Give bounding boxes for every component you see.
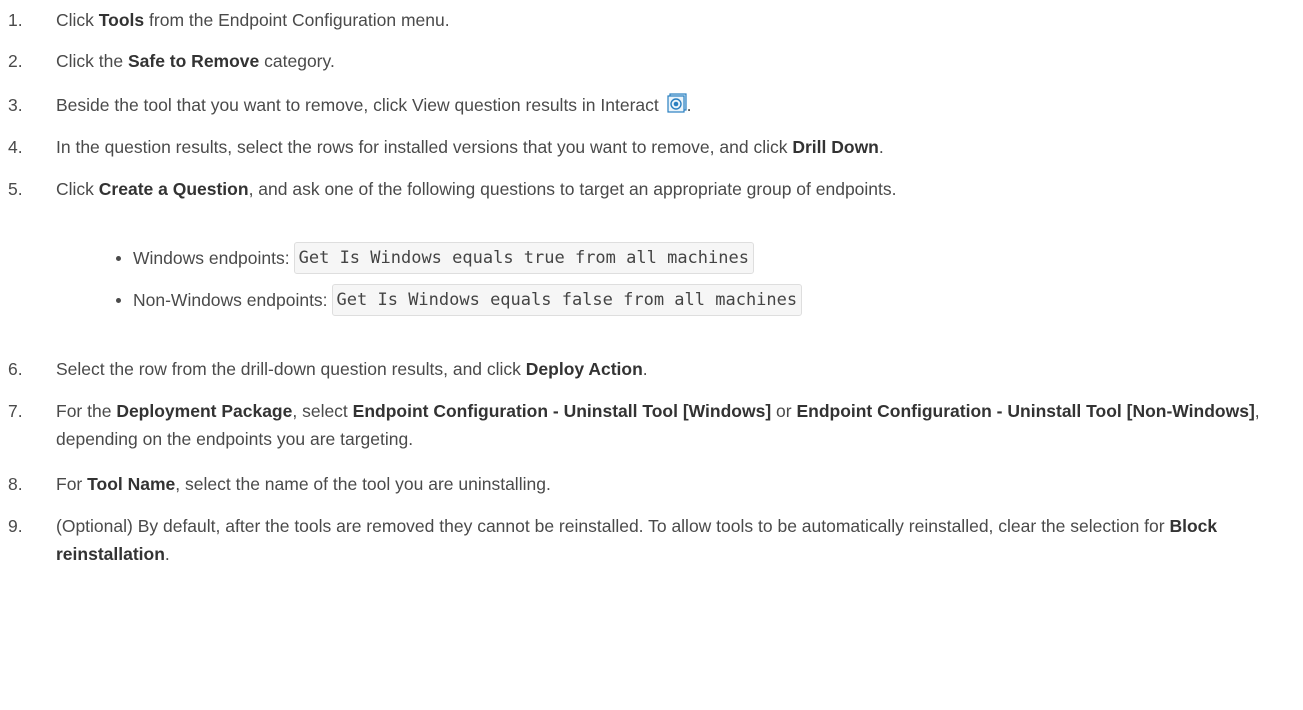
step-text-segment: from the Endpoint Configuration menu.	[144, 10, 450, 30]
step-number: 4.	[8, 137, 23, 157]
question-code: Get Is Windows equals true from all mach…	[293, 242, 754, 274]
step-text-segment: , select	[292, 401, 353, 421]
step-text: For Tool Name, select the name of the to…	[56, 470, 1296, 498]
step-number: 6.	[8, 359, 23, 379]
step-text-segment: category.	[259, 51, 335, 71]
step-text-segment: , and ask one of the following questions…	[248, 179, 897, 199]
bullet-dot	[116, 297, 121, 303]
step-text-segment: (Optional) By default, after the tools a…	[56, 516, 1170, 536]
step-text-segment: Select the row from the drill-down quest…	[56, 359, 526, 379]
step-text-segment: or	[771, 401, 797, 421]
bullet-label: Non-Windows endpoints:	[133, 290, 328, 310]
sub-list-item: Windows endpoints: Get Is Windows equals …	[116, 242, 754, 274]
question-code: Get Is Windows equals false from all mac…	[331, 284, 803, 316]
step-text-segment: For	[56, 474, 88, 494]
bold-term: Endpoint Configuration - Uninstall Tool …	[796, 401, 1255, 421]
interact-icon	[667, 93, 687, 113]
step-text: (Optional) By default, after the tools a…	[56, 512, 1296, 568]
step-number: 2.	[8, 51, 23, 71]
step-number: 3.	[8, 95, 23, 115]
step-text: Click Tools from the Endpoint Configurat…	[56, 6, 1296, 34]
sub-list-item: Non-Windows endpoints: Get Is Windows equ…	[116, 284, 803, 316]
step-text-segment: .	[686, 95, 692, 115]
step-text-segment: .	[164, 544, 170, 564]
step-text: Click Create a Question, and ask one of …	[56, 175, 1296, 203]
step-text-segment: .	[878, 137, 884, 157]
step-number: 1.	[8, 10, 23, 30]
bold-term: Create a Question	[98, 179, 249, 199]
step-number: 7.	[8, 401, 23, 421]
bold-term: Deploy Action	[525, 359, 643, 379]
bold-term: Drill Down	[792, 137, 879, 157]
bullet-dot	[116, 255, 121, 261]
step-text: Click the Safe to Remove category.	[56, 47, 1296, 75]
step-text-segment: Beside the tool that you want to remove,…	[56, 95, 664, 115]
step-text-segment: In the question results, select the rows…	[56, 137, 793, 157]
step-text-segment: For the	[56, 401, 117, 421]
bullet-label: Windows endpoints:	[133, 248, 290, 268]
step-text-segment: Click	[56, 179, 99, 199]
step-text: Beside the tool that you want to remove,…	[56, 91, 1296, 119]
step-text: Select the row from the drill-down quest…	[56, 355, 1296, 383]
step-text-segment: , select the name of the tool you are un…	[175, 474, 551, 494]
step-text-segment: .	[642, 359, 648, 379]
step-text: In the question results, select the rows…	[56, 133, 1296, 161]
step-text-segment: Click	[56, 10, 99, 30]
bold-term: Tool Name	[87, 474, 176, 494]
step-text-segment: Click the	[56, 51, 128, 71]
bold-term: Safe to Remove	[127, 51, 260, 71]
bold-term: Tools	[98, 10, 145, 30]
bold-term: Deployment Package	[116, 401, 293, 421]
step-number: 8.	[8, 474, 23, 494]
step-number: 9.	[8, 516, 23, 536]
bold-term: Endpoint Configuration - Uninstall Tool …	[352, 401, 772, 421]
step-number: 5.	[8, 179, 23, 199]
step-text: For the Deployment Package, select Endpo…	[56, 397, 1296, 453]
